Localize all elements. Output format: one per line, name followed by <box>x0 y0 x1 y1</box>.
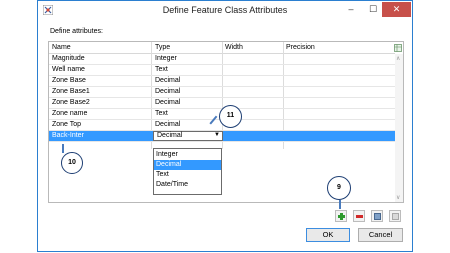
vertical-scrollbar[interactable]: ∧ ∨ <box>395 54 403 202</box>
row-type: Decimal <box>155 121 181 128</box>
table-row[interactable]: Well name Text <box>49 65 395 76</box>
row-name: Magnitude <box>52 55 85 62</box>
row-name: Well name <box>52 66 85 73</box>
define-attributes-label: Define attributes: <box>50 28 103 35</box>
column-header-type[interactable]: Type <box>155 44 170 51</box>
row-type: Decimal <box>155 99 181 106</box>
row-name: Zone Base <box>52 77 86 84</box>
column-chooser-icon[interactable] <box>394 44 402 52</box>
title-bar[interactable]: Define Feature Class Attributes – ☐ ✕ <box>38 1 412 19</box>
type-combobox-value: Decimal <box>157 132 183 139</box>
callout-leader-line <box>62 144 64 153</box>
row-name: Zone Base2 <box>52 99 90 106</box>
row-type: Decimal <box>155 88 181 95</box>
dropdown-option[interactable]: Date/Time <box>154 180 221 190</box>
table-row[interactable]: Zone Base1 Decimal <box>49 87 395 98</box>
dropdown-arrow-icon[interactable]: ▼ <box>214 132 220 138</box>
row-type: Text <box>155 110 168 117</box>
maximize-button[interactable]: ☐ <box>362 2 384 17</box>
row-type: Decimal <box>155 77 181 84</box>
dropdown-option[interactable]: Integer <box>154 150 221 160</box>
lock-icon <box>392 213 399 220</box>
callout-leader-line <box>339 200 341 209</box>
row-name: Zone Top <box>52 121 82 128</box>
close-button[interactable]: ✕ <box>382 2 411 17</box>
dropdown-option-highlighted[interactable]: Decimal <box>154 160 221 170</box>
type-combobox[interactable]: Decimal ▼ <box>153 131 223 141</box>
row-type: Text <box>155 66 168 73</box>
table-row[interactable]: Magnitude Integer <box>49 54 395 65</box>
callout-9: 9 <box>327 176 351 200</box>
table-row[interactable]: Zone Base Decimal <box>49 76 395 87</box>
column-header-name[interactable]: Name <box>52 44 71 51</box>
dialog-window: Define Feature Class Attributes – ☐ ✕ De… <box>37 0 413 252</box>
column-header-width[interactable]: Width <box>225 44 243 51</box>
lock-button[interactable] <box>389 210 401 222</box>
minimize-button[interactable]: – <box>340 2 362 17</box>
row-name: Zone Base1 <box>52 88 90 95</box>
callout-11: 11 <box>219 105 242 128</box>
cancel-button[interactable]: Cancel <box>358 228 403 242</box>
dropdown-option[interactable]: Text <box>154 170 221 180</box>
row-name[interactable]: Back-Inter <box>52 132 84 139</box>
column-header-precision[interactable]: Precision <box>286 44 315 51</box>
add-attribute-button[interactable] <box>335 210 347 222</box>
row-name: Zone name <box>52 110 88 117</box>
delete-attribute-button[interactable] <box>353 210 365 222</box>
ok-button[interactable]: OK <box>306 228 350 242</box>
callout-10: 10 <box>61 152 83 174</box>
row-type: Integer <box>155 55 177 62</box>
selected-table-row[interactable]: Back-Inter Decimal ▼ <box>49 131 395 142</box>
scroll-up-icon[interactable]: ∧ <box>396 55 400 62</box>
edit-icon <box>374 213 381 220</box>
type-dropdown-list[interactable]: Integer Decimal Text Date/Time <box>153 148 222 195</box>
delete-icon <box>356 215 363 218</box>
edit-button[interactable] <box>371 210 383 222</box>
scroll-down-icon[interactable]: ∨ <box>396 194 400 201</box>
